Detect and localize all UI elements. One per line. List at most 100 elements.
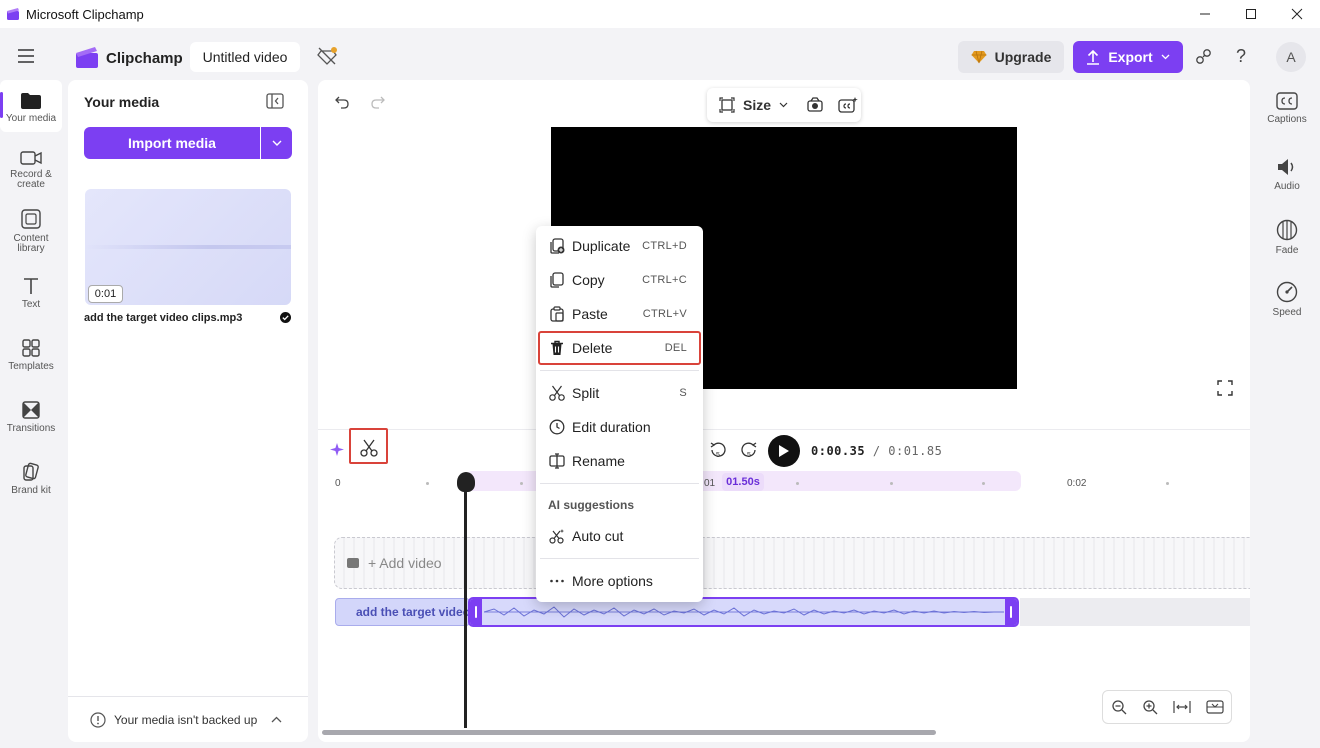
trim-handle-right[interactable] bbox=[1005, 599, 1017, 625]
maximize-button[interactable] bbox=[1228, 0, 1274, 28]
check-circle-icon bbox=[280, 312, 291, 323]
avatar[interactable]: A bbox=[1276, 42, 1306, 72]
auto-captions-icon[interactable] bbox=[838, 96, 858, 114]
ai-sparkle-icon[interactable] bbox=[330, 442, 346, 458]
menu-item-label: Auto cut bbox=[572, 528, 624, 544]
menu-item-label: Copy bbox=[572, 272, 605, 288]
menu-item-label: Edit duration bbox=[572, 419, 651, 435]
folder-icon bbox=[21, 93, 41, 109]
clock-icon bbox=[549, 419, 565, 435]
zoom-in-icon[interactable] bbox=[1142, 699, 1158, 715]
minimize-button[interactable] bbox=[1182, 0, 1228, 28]
menu-item-more-options[interactable]: More options bbox=[536, 565, 703, 597]
chevron-down-icon bbox=[1161, 54, 1170, 60]
close-window-button[interactable] bbox=[1274, 0, 1320, 28]
video-track-icon bbox=[347, 558, 359, 568]
import-media-button[interactable]: Import media bbox=[84, 127, 260, 159]
sidebar-item-templates[interactable]: Templates bbox=[0, 338, 62, 372]
playhead-line[interactable] bbox=[464, 488, 467, 728]
play-button[interactable] bbox=[768, 435, 800, 467]
menu-item-label: Duplicate bbox=[572, 238, 631, 254]
menu-item-duplicate[interactable]: Duplicate CTRL+D bbox=[536, 230, 703, 262]
help-icon[interactable]: ? bbox=[1236, 46, 1246, 67]
upload-icon bbox=[1087, 49, 1100, 65]
menu-item-auto-cut[interactable]: Auto cut bbox=[536, 520, 703, 552]
upgrade-button[interactable]: Upgrade bbox=[958, 41, 1064, 73]
menu-item-rename[interactable]: Rename bbox=[536, 445, 703, 477]
hamburger-menu-icon[interactable] bbox=[16, 48, 36, 64]
redo-icon[interactable] bbox=[370, 94, 386, 110]
rewind-icon: 5 bbox=[710, 442, 726, 459]
transitions-icon bbox=[22, 401, 40, 419]
menu-item-label: Rename bbox=[572, 453, 625, 469]
sidebar-item-fade[interactable]: Fade bbox=[1258, 219, 1316, 256]
ruler-tick bbox=[890, 482, 893, 485]
sidebar-item-speed[interactable]: Speed bbox=[1258, 281, 1316, 318]
sidebar-item-label: Text bbox=[21, 299, 41, 310]
menu-item-split[interactable]: Split S bbox=[536, 377, 703, 409]
sidebar-item-brand-kit[interactable]: Brand kit bbox=[0, 462, 62, 496]
project-title-field[interactable]: Untitled video bbox=[190, 42, 300, 72]
backup-status-bar[interactable]: Your media isn't backed up bbox=[68, 696, 308, 742]
timeline-scrollbar[interactable] bbox=[322, 730, 936, 735]
background-remove-icon[interactable] bbox=[806, 97, 824, 113]
premium-off-icon[interactable] bbox=[316, 45, 338, 67]
trim-handle-left[interactable] bbox=[470, 599, 482, 625]
sidebar-item-your-media[interactable]: Your media bbox=[0, 92, 62, 124]
editor-area: Size 5 5 0:00.35 / 0:01.85 0 01 0:02 01.… bbox=[318, 80, 1250, 742]
sidebar-item-audio[interactable]: Audio bbox=[1258, 157, 1316, 192]
menu-item-paste[interactable]: Paste CTRL+V bbox=[536, 298, 703, 330]
brand-name: Clipchamp bbox=[106, 50, 183, 67]
speedometer-icon bbox=[1276, 281, 1298, 303]
menu-item-label: More options bbox=[572, 573, 653, 589]
scissors-icon bbox=[549, 385, 565, 401]
audio-track-empty bbox=[1020, 598, 1250, 626]
sidebar-item-content-library[interactable]: Content library bbox=[0, 208, 62, 254]
play-icon bbox=[779, 445, 789, 457]
ruler-tick bbox=[982, 482, 985, 485]
export-button[interactable]: Export bbox=[1073, 41, 1183, 73]
collaborate-icon[interactable] bbox=[1194, 47, 1214, 67]
media-file-name: add the target video clips.mp3 bbox=[84, 312, 243, 324]
brand-kit-icon bbox=[23, 462, 39, 481]
sidebar-item-text[interactable]: Text bbox=[0, 276, 62, 310]
content-library-icon bbox=[21, 209, 41, 229]
menu-shortcut: CTRL+C bbox=[642, 274, 687, 286]
menu-item-delete[interactable]: Delete DEL bbox=[536, 332, 703, 364]
menu-item-copy[interactable]: Copy CTRL+C bbox=[536, 264, 703, 296]
import-dropdown-button[interactable] bbox=[261, 127, 292, 159]
fullscreen-icon[interactable] bbox=[1217, 380, 1233, 396]
resize-icon bbox=[719, 97, 735, 113]
add-video-track[interactable] bbox=[334, 537, 1250, 589]
undo-icon[interactable] bbox=[334, 94, 350, 110]
text-icon bbox=[24, 278, 38, 294]
audio-clip-label[interactable]: add the target video clips.mp3 bbox=[335, 598, 470, 626]
zoom-out-icon[interactable] bbox=[1111, 699, 1127, 715]
size-button[interactable]: Size bbox=[743, 97, 771, 113]
add-video-button[interactable]: + Add video bbox=[346, 555, 442, 571]
fit-to-width-icon[interactable] bbox=[1172, 700, 1191, 714]
clipchamp-app-icon bbox=[7, 8, 19, 20]
app-header: Clipchamp Untitled video Upgrade Export … bbox=[0, 28, 1320, 84]
export-label: Export bbox=[1108, 49, 1153, 65]
playhead-marker-badge: 01.50s bbox=[722, 473, 764, 491]
info-icon bbox=[90, 711, 106, 728]
duration-badge: 0:01 bbox=[88, 285, 123, 303]
sidebar-item-transitions[interactable]: Transitions bbox=[0, 400, 62, 434]
scissors-icon[interactable] bbox=[360, 439, 378, 457]
rewind-5-button[interactable]: 5 bbox=[708, 440, 728, 460]
sidebar-item-captions[interactable]: Captions bbox=[1258, 92, 1316, 125]
ruler-tick bbox=[520, 482, 523, 485]
zoom-controls bbox=[1102, 690, 1232, 724]
upgrade-label: Upgrade bbox=[994, 49, 1052, 65]
forward-5-button[interactable]: 5 bbox=[739, 440, 759, 460]
menu-shortcut: CTRL+D bbox=[642, 240, 687, 252]
collapse-panel-icon[interactable] bbox=[266, 93, 284, 109]
menu-item-edit-duration[interactable]: Edit duration bbox=[536, 411, 703, 443]
forward-seconds: 5 bbox=[747, 452, 751, 459]
media-panel: Your media Import media 0:01 add the tar… bbox=[68, 80, 308, 742]
sidebar-item-record-create[interactable]: Record & create bbox=[0, 150, 62, 190]
audio-wave-graphic bbox=[85, 245, 291, 249]
timeline-view-icon[interactable] bbox=[1205, 700, 1224, 714]
ruler-tick bbox=[1166, 482, 1169, 485]
